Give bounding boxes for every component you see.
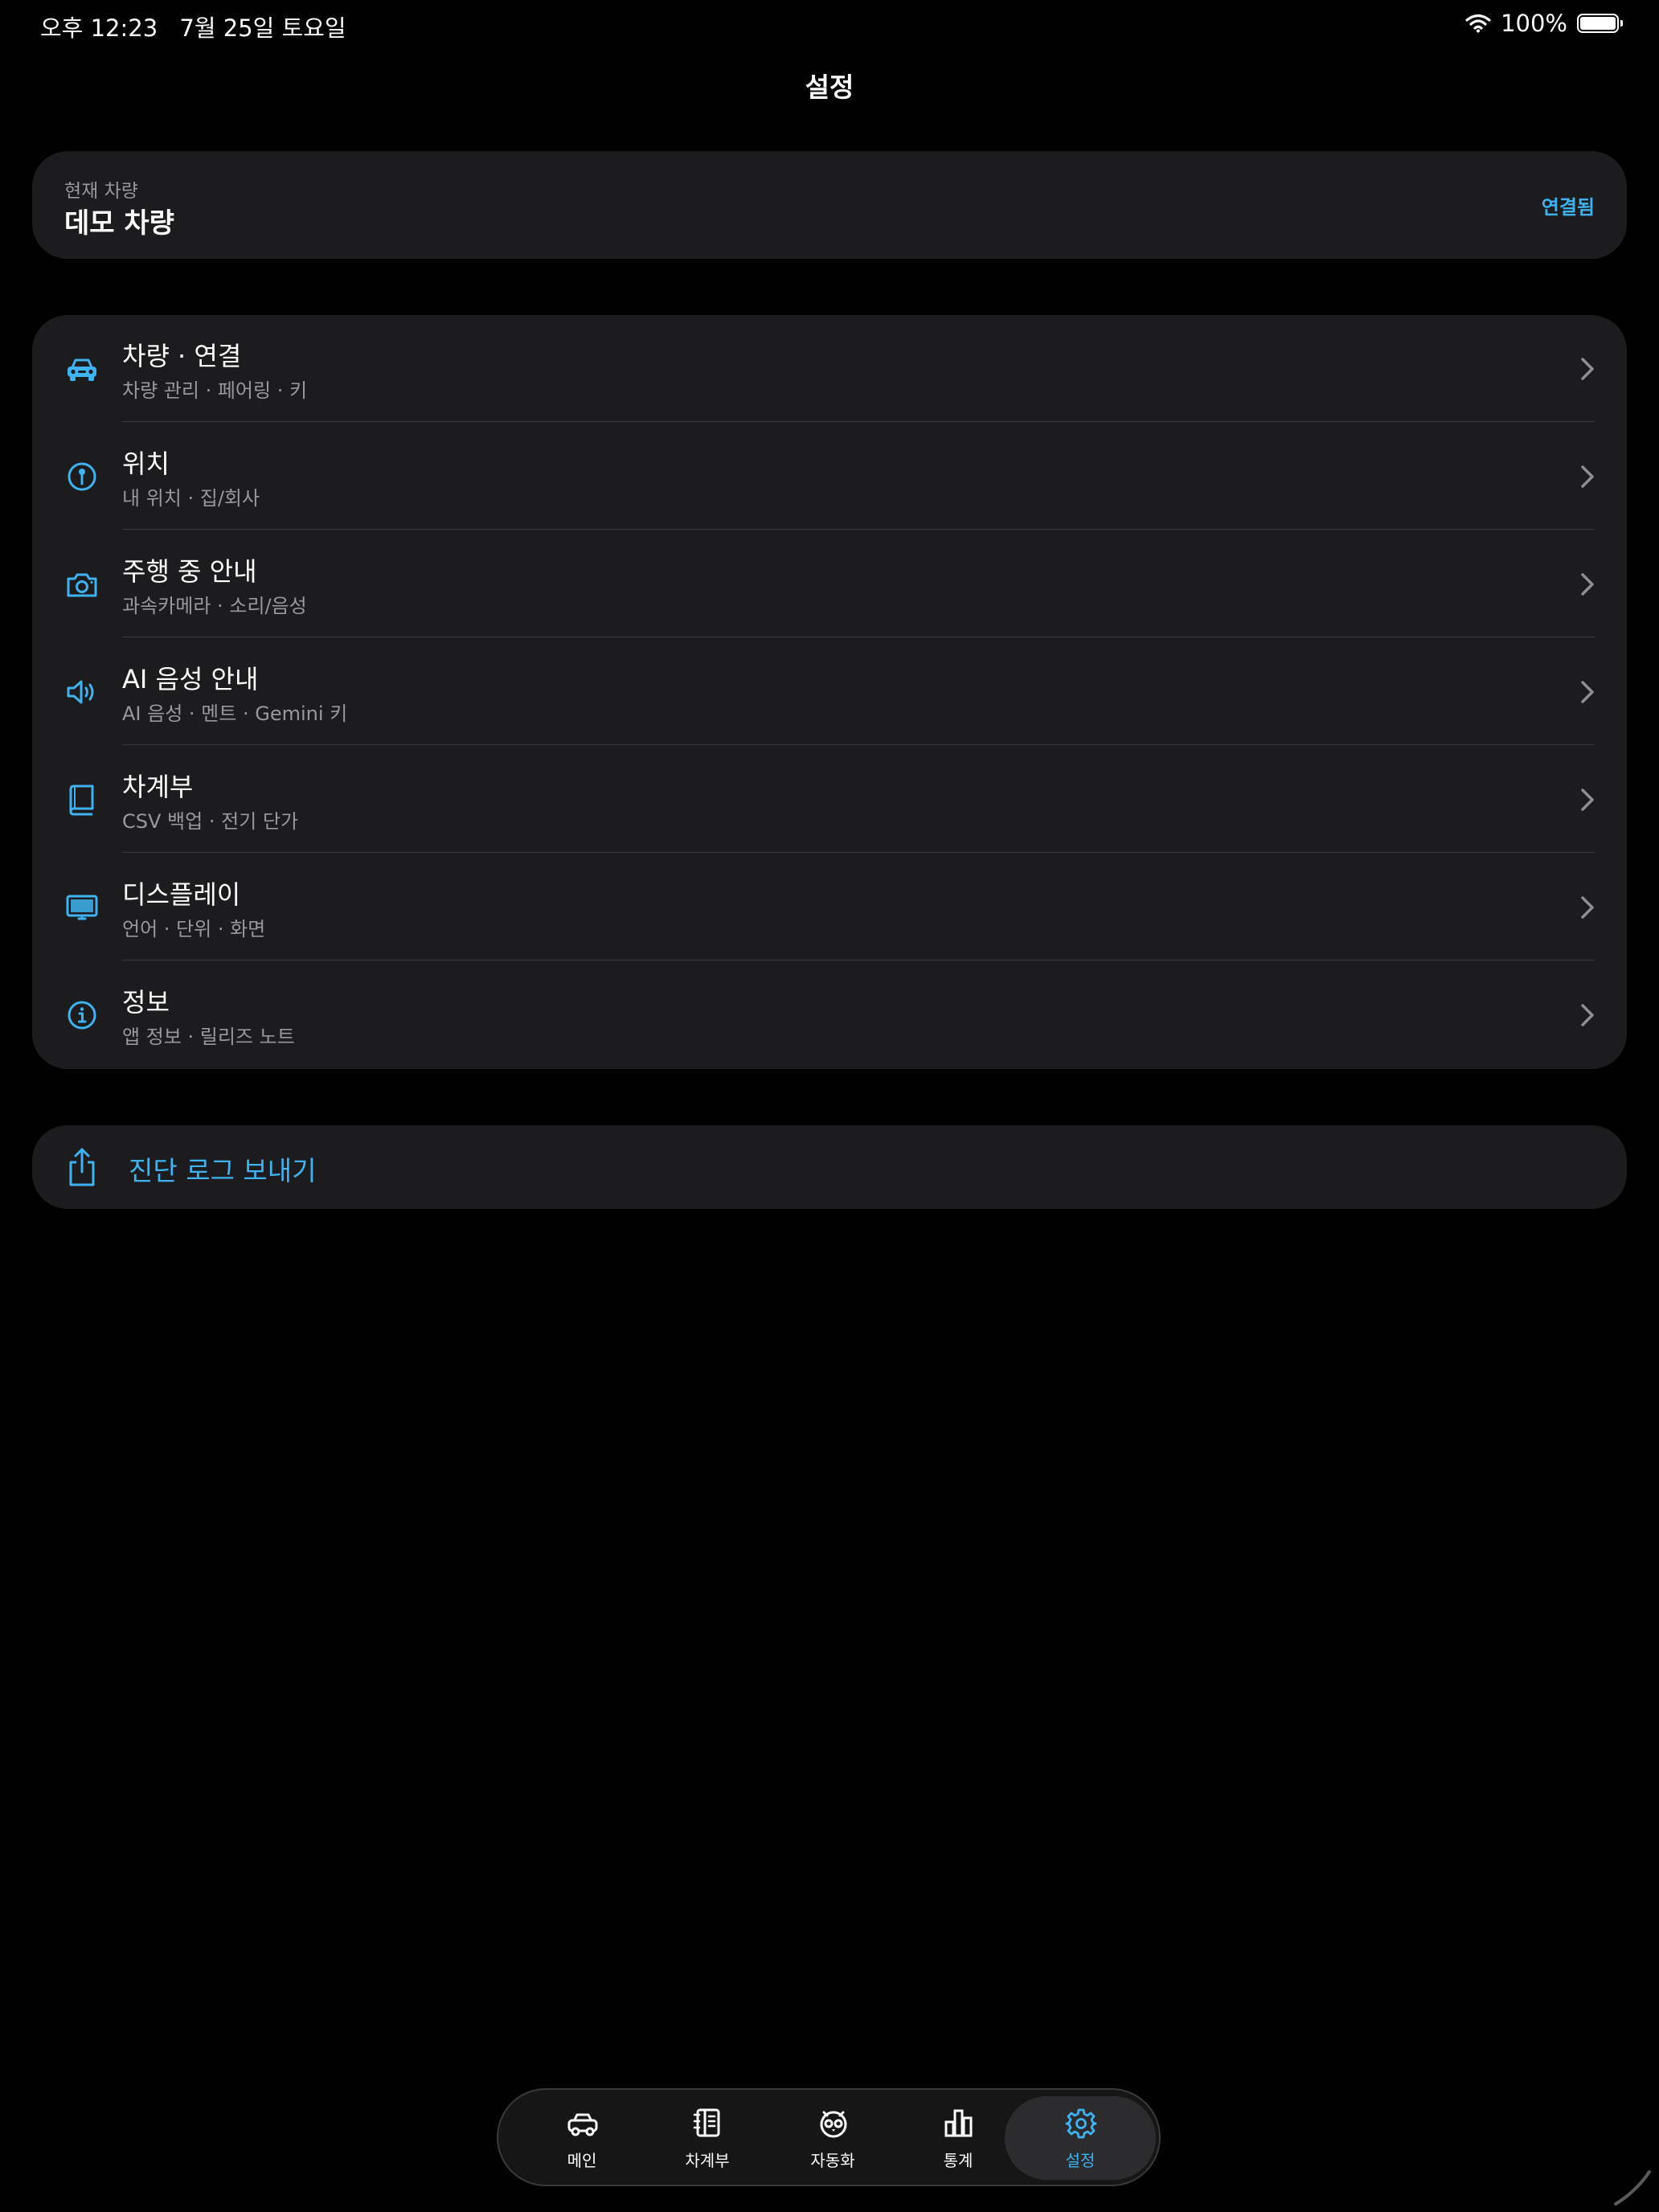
gear-icon <box>1065 2108 1097 2139</box>
status-right: 100% <box>1465 10 1623 37</box>
menu-item-title: 정보 <box>122 987 170 1018</box>
battery-icon <box>1577 14 1623 33</box>
home-indicator-corner <box>1614 2170 1651 2206</box>
book-icon <box>69 784 94 816</box>
share-icon <box>69 1148 95 1186</box>
battery-percent: 100% <box>1501 10 1567 37</box>
menu-item-driving-guide[interactable]: 주행 중 안내 과속카메라 · 소리/음성 <box>32 530 1627 638</box>
settings-menu: 차량 · 연결 차량 관리 · 페어링 · 키 위치 내 위치 · 집/회사 주… <box>32 315 1627 1069</box>
tab-bar: 메인 차계부 자동화 통계 설정 <box>497 2088 1161 2186</box>
wifi-icon <box>1465 14 1491 33</box>
menu-item-subtitle: 앱 정보 · 릴리즈 노트 <box>122 1026 295 1048</box>
display-icon <box>66 895 98 920</box>
menu-item-subtitle: CSV 백업 · 전기 단가 <box>122 810 299 833</box>
battery-level <box>1580 17 1616 30</box>
car-icon <box>567 2113 598 2136</box>
current-vehicle-name: 데모 차량 <box>64 207 174 240</box>
menu-item-location[interactable]: 위치 내 위치 · 집/회사 <box>32 423 1627 530</box>
speaker-icon <box>67 680 94 704</box>
chevron-right-icon <box>1581 789 1594 811</box>
menu-item-subtitle: 언어 · 단위 · 화면 <box>122 918 266 940</box>
export-diagnostic-log-label: 진단 로그 보내기 <box>129 1155 317 1186</box>
menu-item-title: 디스플레이 <box>122 879 241 910</box>
chevron-right-icon <box>1581 465 1594 488</box>
menu-item-subtitle: 내 위치 · 집/회사 <box>122 487 260 510</box>
menu-item-display[interactable]: 디스플레이 언어 · 단위 · 화면 <box>32 854 1627 961</box>
divider <box>122 421 1595 422</box>
menu-item-logbook[interactable]: 차계부 CSV 백업 · 전기 단가 <box>32 746 1627 854</box>
menu-item-title: 위치 <box>122 449 170 479</box>
chevron-right-icon <box>1581 358 1594 380</box>
bar-chart-icon <box>944 2109 973 2137</box>
chevron-right-icon <box>1581 896 1594 919</box>
tab-label: 설정 <box>1065 2151 1096 2170</box>
status-left: 오후 12:23 7월 25일 토요일 <box>40 10 361 43</box>
menu-item-subtitle: 과속카메라 · 소리/음성 <box>122 595 307 617</box>
status-time: 오후 12:23 <box>40 14 158 42</box>
status-date: 7월 25일 토요일 <box>179 14 346 42</box>
menu-item-subtitle: 차량 관리 · 페어링 · 키 <box>122 379 308 402</box>
camera-icon <box>67 573 97 597</box>
status-bar: 오후 12:23 7월 25일 토요일 100% <box>0 0 1659 51</box>
chevron-right-icon <box>1581 1004 1594 1026</box>
menu-item-info[interactable]: 정보 앱 정보 · 릴리즈 노트 <box>32 961 1627 1069</box>
menu-item-ai-voice[interactable]: AI 음성 안내 AI 음성 · 멘트 · Gemini 키 <box>32 638 1627 746</box>
tab-settings[interactable]: 설정 <box>1005 2096 1156 2180</box>
car-icon <box>68 358 96 381</box>
info-icon <box>68 1001 96 1030</box>
divider <box>122 960 1595 961</box>
current-vehicle-card[interactable]: 현재 차량 데모 차량 연결됨 <box>32 151 1627 259</box>
export-diagnostic-log-button[interactable]: 진단 로그 보내기 <box>32 1125 1627 1209</box>
menu-item-subtitle: AI 음성 · 멘트 · Gemini 키 <box>122 703 348 725</box>
divider <box>122 852 1595 853</box>
menu-item-vehicle-connection[interactable]: 차량 · 연결 차량 관리 · 페어링 · 키 <box>32 315 1627 423</box>
menu-item-title: 차계부 <box>122 772 194 802</box>
chevron-right-icon <box>1581 681 1594 703</box>
chevron-right-icon <box>1581 573 1594 596</box>
connection-status: 연결됨 <box>1541 196 1595 219</box>
menu-item-title: 주행 중 안내 <box>122 556 257 587</box>
location-pin-icon <box>68 462 96 491</box>
notebook-icon <box>693 2108 720 2137</box>
divider <box>122 744 1595 745</box>
current-vehicle-label: 현재 차량 <box>64 181 138 202</box>
page-title: 설정 <box>805 72 854 103</box>
divider <box>122 529 1595 530</box>
menu-item-title: 차량 · 연결 <box>122 341 242 371</box>
owl-icon <box>820 2111 847 2138</box>
menu-item-title: AI 음성 안내 <box>122 664 259 694</box>
